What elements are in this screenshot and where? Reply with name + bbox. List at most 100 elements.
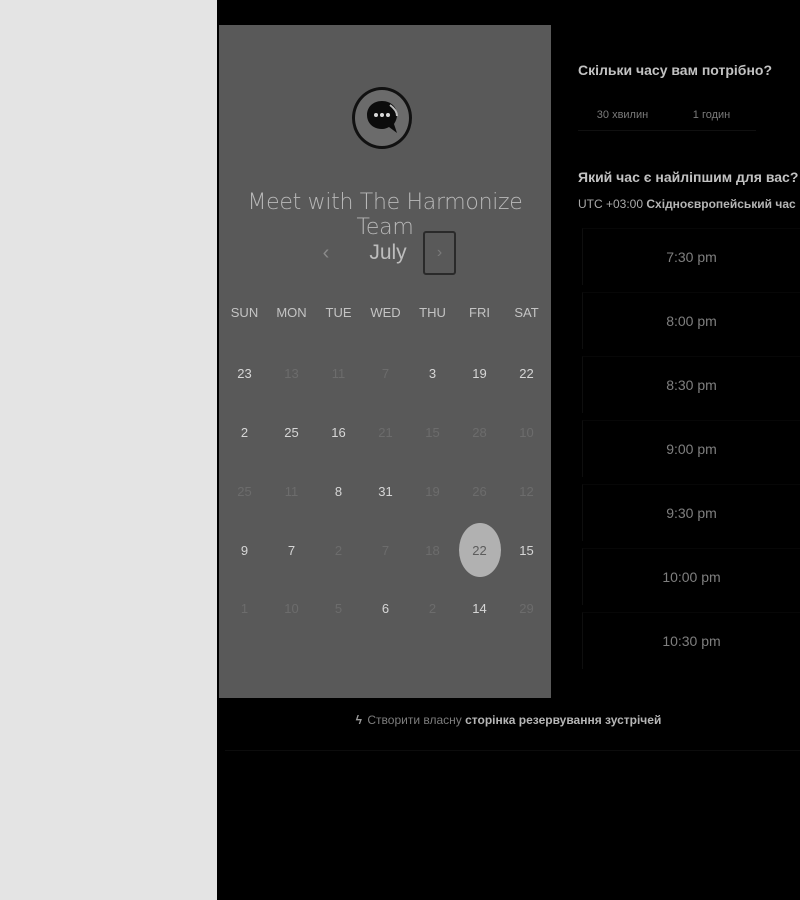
day-number: 10 (284, 600, 299, 616)
calendar-day[interactable]: 13 (268, 352, 315, 394)
calendar-day[interactable]: 26 (456, 470, 503, 512)
day-number: 13 (284, 365, 299, 381)
calendar-week: 23 13 11 7 3 19 22 (221, 352, 551, 394)
month-navigation: ‹ July › (219, 230, 551, 276)
day-number: 10 (519, 424, 534, 440)
avatar (352, 87, 412, 167)
create-meetings-page-link[interactable]: сторінка резервування зустрічей (465, 713, 661, 727)
calendar-day[interactable]: 16 (315, 411, 362, 453)
calendar-day[interactable]: 19 (456, 352, 503, 394)
weekday-label: TUE (325, 305, 352, 320)
day-number: 2 (240, 424, 249, 440)
day-number: 31 (378, 483, 393, 499)
day-number: 19 (472, 365, 487, 381)
calendar-day[interactable]: 11 (268, 470, 315, 512)
timezone-name: Східноєвропейський час (646, 197, 796, 211)
calendar-day[interactable]: 7 (362, 352, 409, 394)
duration-option-30-min[interactable]: 30 хвилин (578, 100, 667, 130)
calendar-day[interactable]: 21 (362, 411, 409, 453)
left-gutter (0, 0, 217, 900)
day-number: 12 (519, 483, 534, 499)
day-number: 23 (237, 365, 252, 381)
calendar-day[interactable]: 25 (268, 411, 315, 453)
calendar-day[interactable]: 7 (268, 529, 315, 571)
calendar-day[interactable]: 1 (221, 587, 268, 629)
calendar-day[interactable]: 18 (409, 529, 456, 571)
calendar-day-selected[interactable]: 22 (456, 523, 503, 577)
duration-selector: 30 хвилин 1 годин (578, 100, 756, 131)
calendar-day[interactable]: 11 (315, 352, 362, 394)
calendar-day[interactable]: 25 (221, 470, 268, 512)
time-question: Який час є найліпшим для вас? (578, 169, 799, 185)
day-number: 28 (472, 424, 487, 440)
chevron-right-icon: › (436, 244, 443, 261)
calendar-day[interactable]: 8 (315, 470, 362, 512)
calendar-day[interactable]: 22 (503, 352, 550, 394)
day-number: 9 (240, 542, 249, 558)
month-label: July (369, 241, 407, 264)
time-slot[interactable]: 8:30 pm (582, 356, 800, 413)
weekday-label: SAT (514, 305, 539, 320)
day-number: 8 (334, 483, 343, 499)
day-number: 22 (519, 365, 534, 381)
footer: ϟ Створити власну сторінка резервування … (217, 713, 800, 727)
calendar-day[interactable]: 19 (409, 470, 456, 512)
day-number: 6 (381, 600, 390, 616)
day-number: 18 (425, 542, 440, 558)
time-slot[interactable]: 7:30 pm (582, 228, 800, 285)
timezone-selector[interactable]: UTC +03:00 Східноєвропейський час ⌄ (578, 197, 800, 211)
calendar-day[interactable]: 7 (362, 529, 409, 571)
calendar-day[interactable]: 14 (456, 587, 503, 629)
calendar-day[interactable]: 2 (409, 587, 456, 629)
calendar-day[interactable]: 3 (409, 352, 456, 394)
duration-option-1-hour[interactable]: 1 годин (667, 100, 756, 130)
calendar-week: 2 25 16 21 15 28 10 (221, 411, 551, 453)
weekday-label: MON (276, 305, 307, 320)
time-slot[interactable]: 9:00 pm (582, 420, 800, 477)
day-number: 1 (240, 600, 249, 616)
next-month-button[interactable]: › (423, 231, 456, 275)
day-number: 25 (284, 424, 299, 440)
day-number: 3 (428, 365, 437, 381)
time-slot-list: 7:30 pm 8:00 pm 8:30 pm 9:00 pm 9:30 pm … (582, 228, 800, 676)
day-number: 11 (284, 483, 299, 499)
calendar-day[interactable]: 28 (456, 411, 503, 453)
calendar-day[interactable]: 15 (503, 529, 550, 571)
day-number: 26 (472, 483, 487, 499)
meeting-calendar-card: Meet with The Harmonize Team ‹ July › SU… (219, 25, 551, 698)
time-slot[interactable]: 10:00 pm (582, 548, 800, 605)
calendar-day[interactable]: 12 (503, 470, 550, 512)
calendar-day[interactable]: 2 (221, 411, 268, 453)
calendar-day[interactable]: 31 (362, 470, 409, 512)
day-number: 7 (381, 542, 390, 558)
calendar-day[interactable]: 6 (362, 587, 409, 629)
calendar-day[interactable]: 2 (315, 529, 362, 571)
calendar-day[interactable]: 29 (503, 587, 550, 629)
day-number: 14 (472, 600, 487, 616)
calendar-day[interactable]: 23 (221, 352, 268, 394)
day-number: 5 (334, 600, 343, 616)
divider (225, 750, 800, 751)
calendar-day[interactable]: 15 (409, 411, 456, 453)
prev-month-button[interactable]: ‹ (314, 242, 338, 265)
day-number: 2 (334, 542, 343, 558)
timezone-offset: UTC +03:00 (578, 197, 644, 211)
day-number: 21 (378, 424, 393, 440)
time-slot[interactable]: 9:30 pm (582, 484, 800, 541)
calendar-day[interactable]: 5 (315, 587, 362, 629)
day-number: 19 (425, 483, 440, 499)
calendar-day[interactable]: 10 (503, 411, 550, 453)
day-number: 7 (381, 365, 390, 381)
calendar-day[interactable]: 9 (221, 529, 268, 571)
day-number: 11 (331, 365, 346, 381)
day-number: 15 (425, 424, 440, 440)
weekday-label: SUN (230, 305, 259, 320)
day-number: 22 (458, 523, 501, 577)
hubspot-sprocket-icon: ϟ (355, 713, 363, 727)
weekday-label: THU (419, 305, 446, 320)
time-slot[interactable]: 10:30 pm (582, 612, 800, 669)
calendar-day[interactable]: 10 (268, 587, 315, 629)
day-number: 7 (287, 542, 296, 558)
day-number: 16 (331, 424, 346, 440)
time-slot[interactable]: 8:00 pm (582, 292, 800, 349)
